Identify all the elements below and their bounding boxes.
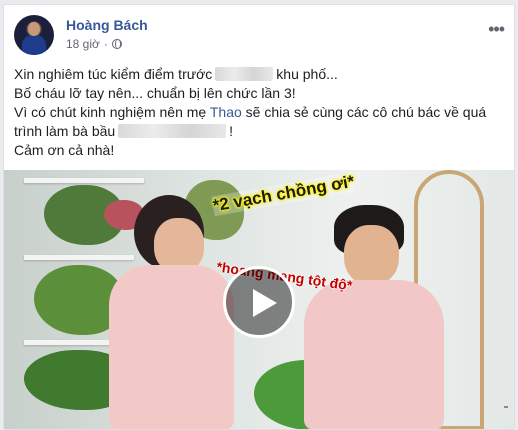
post-line-1-end: khu phố...	[276, 66, 338, 82]
post-text: Xin nghiêm túc kiểm điểm trước khu phố...…	[14, 65, 504, 160]
avatar-body	[22, 35, 46, 55]
man-face	[344, 225, 399, 285]
man-shirt	[304, 280, 444, 429]
post-meta: 18 giờ ·	[66, 37, 122, 51]
post-line-1: Xin nghiêm túc kiểm điểm trước khu phố...	[14, 65, 504, 84]
shelf	[24, 255, 134, 260]
video-player[interactable]: *2 vạch chồng ơi* *hoang mang tột độ*	[4, 170, 514, 429]
author-name[interactable]: Hoàng Bách	[66, 17, 148, 33]
video-watermark	[504, 406, 508, 408]
post-line-3-start: Vì có chút kinh nghiệm nên mẹ	[14, 104, 210, 120]
globe-icon[interactable]	[111, 39, 122, 49]
more-options-icon[interactable]: •••	[488, 19, 505, 40]
shelf	[24, 178, 144, 183]
post-line-1-start: Xin nghiêm túc kiểm điểm trước	[14, 66, 213, 82]
play-icon[interactable]	[223, 266, 295, 338]
mention-link[interactable]: Thao	[210, 104, 242, 120]
post-header: Hoàng Bách 18 giờ · •••	[14, 15, 505, 59]
post-line-3: Vì có chút kinh nghiệm nên mẹ Thao sẽ ch…	[14, 103, 504, 122]
avatar-face	[28, 22, 40, 36]
post-line-5: Cảm ơn cả nhà!	[14, 142, 115, 158]
post-time[interactable]: 18 giờ	[66, 37, 100, 51]
facebook-post: Hoàng Bách 18 giờ · ••• Xin nghiêm túc k…	[3, 4, 515, 430]
blurred-text	[215, 67, 274, 81]
post-line-2: Bố cháu lỡ tay nên... chuẩn bị lên chức …	[14, 85, 296, 101]
post-line-4-end: !	[229, 123, 234, 139]
post-line-4: trình làm bà bầu!	[14, 122, 504, 141]
post-line-4-start: trình làm bà bầu	[14, 123, 116, 139]
post-line-3-end: sẽ chia sẻ cùng các cô chú bác về quá	[241, 104, 487, 120]
blurred-text	[118, 124, 227, 138]
separator-dot: ·	[103, 37, 108, 51]
avatar[interactable]	[14, 15, 54, 55]
woman-dress	[109, 265, 234, 429]
